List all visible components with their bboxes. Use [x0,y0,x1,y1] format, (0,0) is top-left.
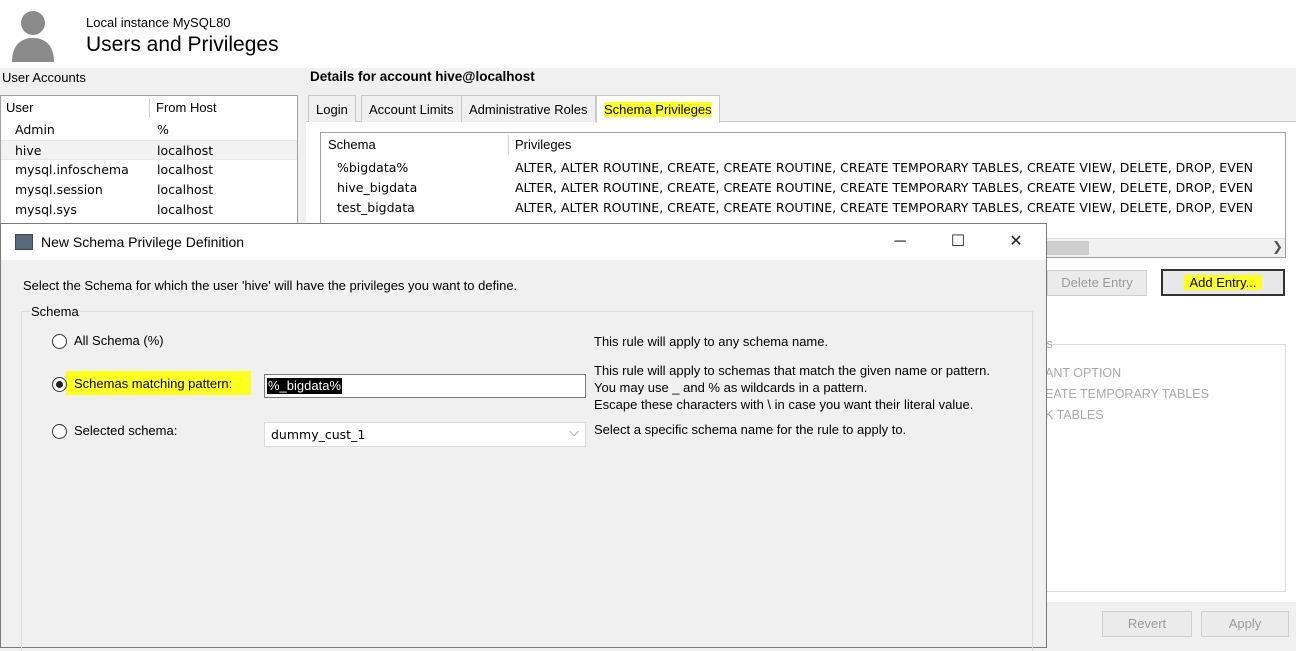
selected-schema-radio[interactable] [52,424,67,439]
revert-button[interactable]: Revert [1102,611,1192,637]
user-cell: mysql.session [15,182,103,197]
user-silhouette-icon [12,11,54,62]
user-cell: Admin [15,122,55,137]
host-cell: localhost [157,162,214,177]
table-row-selected[interactable]: hive localhost [1,140,297,160]
privilege-item: ANT OPTION [1045,366,1122,380]
user-cell: mysql.infoschema [15,162,129,177]
table-row[interactable]: test_bigdata ALTER, ALTER ROUTINE, CREAT… [321,198,1285,218]
scrollbar-thumb[interactable] [1041,241,1089,255]
chevron-down-icon: ⌵ [569,424,579,439]
new-schema-privilege-dialog: New Schema Privilege Definition ─ ☐ ✕ Se… [0,223,1047,651]
user-accounts-table[interactable]: User From Host Admin % hive localhost my… [0,95,298,235]
column-divider [508,135,509,155]
column-divider [149,98,150,118]
selected-schema-description: Select a specific schema name for the ru… [594,422,907,437]
table-row[interactable]: hive_bigdata ALTER, ALTER ROUTINE, CREAT… [321,178,1285,198]
table-row[interactable]: Admin % [1,120,297,140]
dialog-instructions: Select the Schema for which the user 'hi… [23,278,518,293]
all-schema-description: This rule will apply to any schema name. [594,334,829,349]
selected-schema-label[interactable]: Selected schema: [74,423,177,438]
dialog-title: New Schema Privilege Definition [41,234,245,250]
pattern-label[interactable]: Schemas matching pattern: [74,376,232,391]
chevron-right-icon[interactable]: ❯ [1272,239,1283,255]
pattern-radio[interactable] [52,377,67,392]
maximize-icon[interactable]: ☐ [935,228,981,256]
user-cell: mysql.sys [15,202,77,217]
mysql-workbench-icon [15,234,33,250]
host-cell: localhost [157,202,214,217]
privilege-item: K TABLES [1045,408,1104,422]
column-header-user[interactable]: User [6,96,33,120]
pattern-input[interactable]: %_bigdata% [264,374,586,398]
page-title: Users and Privileges [86,33,279,56]
close-icon[interactable]: ✕ [993,228,1039,256]
tab-schema-privileges[interactable]: Schema Privileges [596,95,720,123]
schema-cell: hive_bigdata [337,180,418,195]
tab-administrative-roles[interactable]: Administrative Roles [461,95,596,122]
minimize-icon[interactable]: ─ [877,228,923,256]
table-row[interactable]: mysql.session localhost [1,180,297,200]
host-cell: % [157,122,169,137]
schema-group-label: Schema [31,304,79,319]
privileges-cell: ALTER, ALTER ROUTINE, CREATE, CREATE ROU… [515,160,1253,175]
schema-cell: %bigdata% [337,160,409,175]
schema-select-value: dummy_cust_1 [271,427,366,442]
details-title: Details for account hive@localhost [310,69,535,84]
pattern-description-2: You may use _ and % as wildcards in a pa… [594,380,868,395]
tab-login[interactable]: Login [308,95,356,122]
schema-cell: test_bigdata [337,200,415,215]
header-bar: Local instance MySQL80 Users and Privile… [0,0,1296,68]
table-row[interactable]: mysql.sys localhost [1,200,297,220]
all-schema-label[interactable]: All Schema (%) [74,333,164,348]
tab-schema-privileges-label: Schema Privileges [604,102,712,117]
schema-select[interactable]: dummy_cust_1 ⌵ [264,422,586,447]
tab-account-limits[interactable]: Account Limits [361,95,462,122]
privileges-cell: ALTER, ALTER ROUTINE, CREATE, CREATE ROU… [515,200,1253,215]
apply-button[interactable]: Apply [1201,611,1289,637]
object-rights-box: ts ANT OPTION EATE TEMPORARY TABLES K TA… [1036,337,1286,592]
table-row[interactable]: %bigdata% ALTER, ALTER ROUTINE, CREATE, … [321,158,1285,178]
instance-name: Local instance MySQL80 [86,15,231,30]
privileges-cell: ALTER, ALTER ROUTINE, CREATE, CREATE ROU… [515,180,1253,195]
table-row[interactable]: mysql.infoschema localhost [1,160,297,180]
host-cell: localhost [157,182,214,197]
add-entry-button[interactable]: Add Entry... [1161,269,1285,296]
host-cell: localhost [157,143,214,158]
column-header-privileges[interactable]: Privileges [515,133,571,157]
delete-entry-button[interactable]: Delete Entry [1047,270,1147,296]
user-cell: hive [15,143,42,158]
user-accounts-label: User Accounts [2,70,86,85]
add-entry-label: Add Entry... [1183,275,1263,290]
pattern-description-1: This rule will apply to schemas that mat… [594,363,990,378]
column-header-from-host[interactable]: From Host [156,96,217,120]
privilege-item: EATE TEMPORARY TABLES [1045,387,1209,401]
pattern-description-3: Escape these characters with \ in case y… [594,397,974,412]
pattern-input-value: %_bigdata% [267,378,342,394]
column-header-schema[interactable]: Schema [328,133,376,157]
all-schema-radio[interactable] [52,334,67,349]
dialog-titlebar[interactable]: New Schema Privilege Definition ─ ☐ ✕ [1,224,1046,260]
